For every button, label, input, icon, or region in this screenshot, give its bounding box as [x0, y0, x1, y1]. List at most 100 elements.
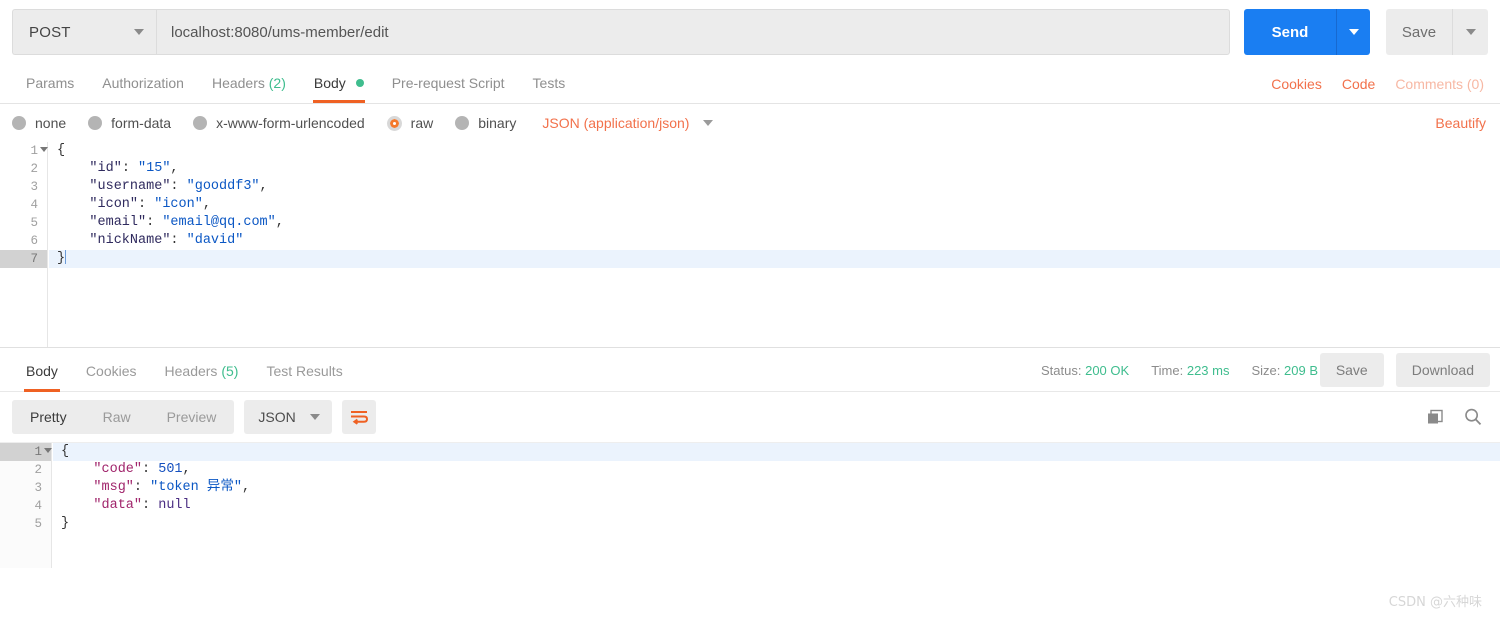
code-token: "data"	[61, 498, 143, 513]
search-button[interactable]	[1458, 402, 1488, 432]
response-view-toolbar: Pretty Raw Preview JSON	[0, 392, 1500, 442]
request-url-bar: POST Send Save	[0, 0, 1500, 64]
send-button-group: Send	[1244, 9, 1370, 55]
code-token: :	[121, 161, 139, 176]
response-tab-test-results[interactable]: Test Results	[252, 348, 356, 392]
radio-icon	[12, 116, 26, 130]
tab-headers[interactable]: Headers (2)	[198, 63, 300, 103]
request-code-area[interactable]: { "id": "15", "username": "gooddf3", "ic…	[49, 142, 1500, 347]
code-token: ,	[170, 161, 179, 176]
text-cursor	[65, 250, 67, 264]
body-type-none[interactable]: none	[12, 115, 66, 131]
code-token: :	[170, 179, 187, 194]
code-line[interactable]: "nickName": "david"	[49, 232, 1500, 250]
code-line[interactable]: "data": null	[53, 497, 1500, 515]
response-format-select[interactable]: JSON	[244, 400, 333, 434]
content-type-select[interactable]: JSON (application/json)	[542, 115, 714, 131]
view-preview-button[interactable]: Preview	[149, 400, 235, 434]
tab-body[interactable]: Body	[300, 63, 378, 103]
save-button-group: Save	[1386, 9, 1488, 55]
cookies-link[interactable]: Cookies	[1261, 76, 1332, 92]
chevron-down-icon	[1348, 29, 1359, 35]
line-number: 6	[30, 234, 38, 248]
code-token: "id"	[57, 161, 122, 176]
code-token: ,	[202, 197, 211, 212]
body-type-urlencoded[interactable]: x-www-form-urlencoded	[193, 115, 365, 131]
fold-toggle-icon[interactable]	[44, 448, 52, 453]
code-line[interactable]: {	[49, 142, 1500, 160]
code-token: "email@qq.com"	[162, 215, 276, 230]
comments-link[interactable]: Comments (0)	[1385, 76, 1494, 92]
send-button[interactable]: Send	[1244, 9, 1336, 55]
code-line[interactable]: "msg": "token 异常",	[53, 479, 1500, 497]
code-line[interactable]: }	[49, 250, 1500, 268]
code-line[interactable]: "username": "gooddf3",	[49, 178, 1500, 196]
response-tab-body[interactable]: Body	[12, 348, 72, 392]
code-token: :	[142, 498, 159, 513]
save-response-button[interactable]: Save	[1319, 353, 1384, 387]
line-number: 5	[30, 216, 38, 230]
code-token: :	[170, 233, 187, 248]
response-meta: Status: 200 OK Time: 223 ms Size: 209 B	[1019, 348, 1318, 392]
code-token: {	[57, 143, 66, 158]
code-token: ,	[241, 480, 251, 495]
code-token: {	[61, 444, 70, 459]
response-tab-cookies[interactable]: Cookies	[72, 348, 151, 392]
request-tab-bar: Params Authorization Headers (2) Body Pr…	[0, 64, 1500, 104]
code-token: 501	[158, 462, 183, 477]
code-token: "gooddf3"	[186, 179, 260, 194]
code-token: ,	[275, 215, 284, 230]
view-raw-button[interactable]: Raw	[85, 400, 149, 434]
http-method-select[interactable]: POST	[12, 9, 156, 55]
body-type-selector: none form-data x-www-form-urlencoded raw…	[0, 104, 1500, 142]
request-url-input[interactable]	[156, 9, 1230, 55]
response-utility-icons	[1412, 392, 1488, 442]
code-token: "icon"	[57, 197, 139, 212]
radio-icon	[88, 116, 103, 130]
body-type-raw[interactable]: raw	[386, 115, 433, 131]
fold-toggle-icon[interactable]	[40, 147, 48, 152]
save-options-button[interactable]	[1452, 9, 1488, 55]
line-number: 2	[30, 162, 38, 176]
radio-icon	[455, 116, 470, 130]
code-token: "icon"	[154, 197, 203, 212]
send-options-button[interactable]	[1336, 9, 1370, 55]
tab-authorization[interactable]: Authorization	[88, 63, 198, 103]
tab-tests[interactable]: Tests	[519, 63, 580, 103]
code-line[interactable]: }	[53, 515, 1500, 533]
code-line[interactable]: "code": 501,	[53, 461, 1500, 479]
postman-request-window: POST Send Save Params Authorization Head…	[0, 0, 1500, 620]
body-type-form-data[interactable]: form-data	[88, 115, 171, 131]
download-response-button[interactable]: Download	[1395, 353, 1490, 387]
beautify-link[interactable]: Beautify	[1435, 115, 1486, 131]
copy-button[interactable]	[1420, 402, 1450, 432]
tab-params[interactable]: Params	[12, 63, 88, 103]
code-token: }	[61, 516, 70, 531]
response-tab-headers[interactable]: Headers (5)	[151, 348, 253, 392]
tab-pre-request-script[interactable]: Pre-request Script	[378, 63, 519, 103]
code-line[interactable]: "id": "15",	[49, 160, 1500, 178]
code-line[interactable]: "email": "email@qq.com",	[49, 214, 1500, 232]
line-number: 4	[34, 499, 42, 513]
code-token: "nickName"	[57, 233, 171, 248]
line-number: 2	[34, 463, 42, 477]
line-number: 1	[0, 142, 48, 160]
search-icon	[1465, 408, 1482, 426]
body-present-dot-icon	[355, 79, 364, 87]
code-token: :	[146, 215, 163, 230]
response-body-editor[interactable]: 1 2 3 4 5 { "code": 501, "msg": "token 异常", …	[0, 442, 1500, 568]
view-pretty-button[interactable]: Pretty	[12, 400, 85, 434]
save-request-button[interactable]: Save	[1386, 9, 1452, 55]
code-line[interactable]: "icon": "icon",	[49, 196, 1500, 214]
radio-icon	[193, 116, 208, 130]
wrap-lines-button[interactable]	[342, 400, 377, 434]
status-badge: Status: 200 OK	[1041, 362, 1130, 378]
response-headers-count: (5)	[221, 362, 239, 379]
request-body-editor[interactable]: 1 2 3 4 5 6 7 { "id": "15", "username": "goodd…	[0, 142, 1500, 348]
code-line[interactable]: {	[53, 443, 1500, 461]
line-number: 4	[30, 198, 38, 212]
response-code-area[interactable]: { "code": 501, "msg": "token 异常", "data"…	[53, 443, 1500, 568]
request-tab-links: Cookies Code Comments (0)	[1261, 64, 1494, 104]
body-type-binary[interactable]: binary	[455, 115, 516, 131]
code-link[interactable]: Code	[1332, 76, 1385, 92]
